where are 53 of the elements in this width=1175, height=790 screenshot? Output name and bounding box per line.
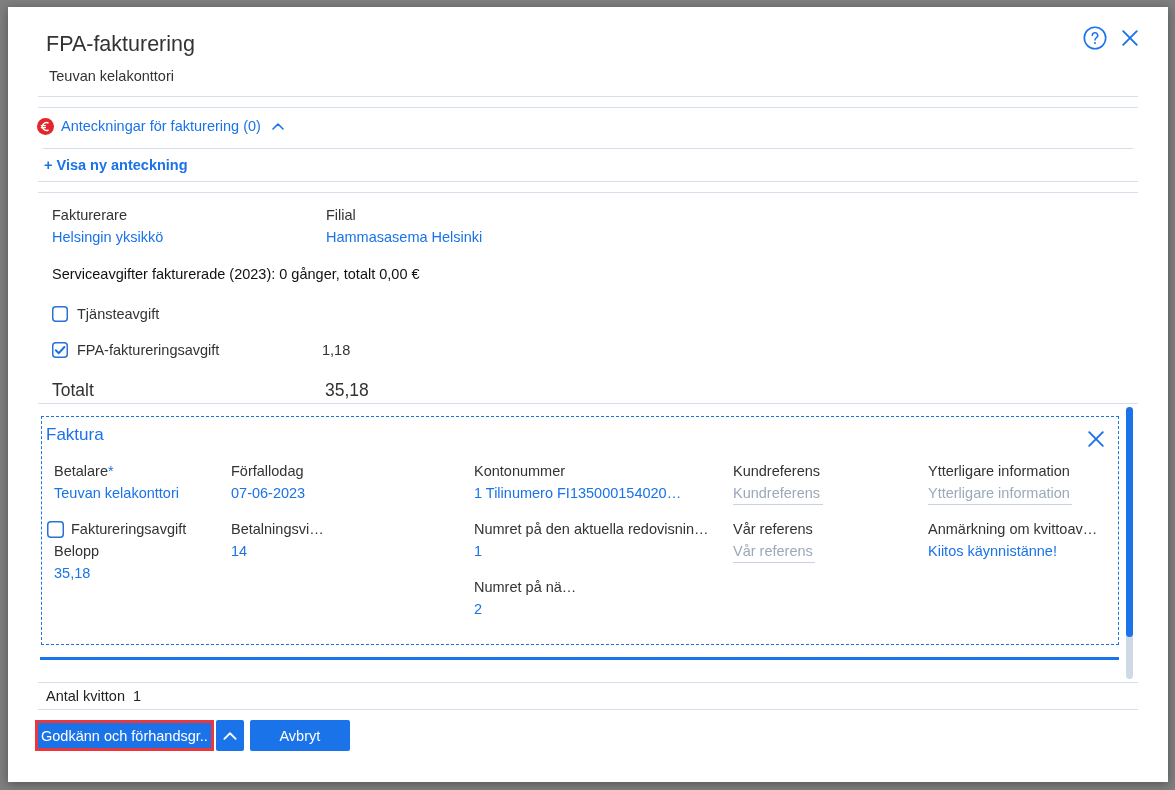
chevron-up-icon <box>222 731 237 740</box>
receipt-count-value: 1 <box>133 687 142 706</box>
field-label: Fakturerare <box>52 206 127 225</box>
field-label: Anmärkning om kvittoav… <box>928 520 1098 539</box>
checkbox[interactable] <box>52 306 68 322</box>
euro-icon <box>37 117 54 135</box>
fee-amount: 1,18 <box>322 341 351 360</box>
chevron-up-icon[interactable] <box>271 122 284 130</box>
notes-toggle-link[interactable]: Anteckningar för fakturering (0) <box>61 116 261 136</box>
dialog-title: FPA-fakturering <box>46 31 195 57</box>
field-label: Förfallodag <box>231 462 304 481</box>
field-label: Belopp <box>54 542 100 561</box>
field-value[interactable]: 2 <box>474 597 483 621</box>
service-fee-summary: Serviceavgifter fakturerade (2023): 0 gånger, totalt 0,00 € <box>52 265 420 284</box>
receipt-count-label: Antal kvitton <box>46 687 125 706</box>
fee-label: FPA-faktureringsavgift <box>77 341 220 360</box>
add-note-link[interactable]: + Visa ny anteckning <box>44 155 188 175</box>
field-label: Betalare* <box>54 462 114 481</box>
field-label: Betalningsvi… <box>231 520 324 539</box>
cancel-button[interactable]: Avbryt <box>249 720 350 751</box>
field-value[interactable]: 1 <box>474 539 483 563</box>
field-value[interactable]: Kiitos käynnistänne! <box>928 539 1057 563</box>
field-label: Vår referens <box>733 520 813 539</box>
field-label: Numret på den aktuella redovisnin… <box>474 520 709 539</box>
invoice-title: Faktura <box>46 424 104 446</box>
help-icon[interactable] <box>1083 26 1107 50</box>
input-field[interactable]: Ytterligare information <box>928 481 1072 505</box>
field-value[interactable]: Teuvan kelakonttori <box>54 481 179 505</box>
field-label: Kundreferens <box>733 462 821 481</box>
fee-label: Tjänsteavgift <box>77 305 160 324</box>
field-label: Numret på nä… <box>474 578 577 597</box>
field-value[interactable]: Hammasasema Helsinki <box>326 225 483 249</box>
field-value[interactable]: 35,18 <box>54 561 91 585</box>
field-label: Ytterligare information <box>928 462 1070 481</box>
field-label: Filial <box>326 206 356 225</box>
field-value[interactable]: 07-06-2023 <box>231 481 306 505</box>
checkbox[interactable] <box>52 342 68 358</box>
field-value[interactable]: Helsingin yksikkö <box>52 225 164 249</box>
field-value[interactable]: 1 Tilinumero FI135000154020… <box>474 481 682 505</box>
checkbox-label: Faktureringsavgift <box>71 520 187 539</box>
more-options-button[interactable] <box>215 720 244 751</box>
total-label: Totalt <box>52 379 94 402</box>
input-field[interactable]: Vår referens <box>733 539 815 563</box>
total-value: 35,18 <box>325 379 369 402</box>
close-icon[interactable] <box>1122 30 1138 46</box>
scrollbar[interactable] <box>1126 407 1133 679</box>
checkbox[interactable] <box>47 520 64 538</box>
dialog-subtitle: Teuvan kelakonttori <box>49 67 174 86</box>
input-field[interactable]: Kundreferens <box>733 481 823 505</box>
field-label: Kontonummer <box>474 462 566 481</box>
close-icon[interactable] <box>1088 431 1104 447</box>
field-value[interactable]: 14 <box>231 539 248 563</box>
approve-preview-button[interactable]: Godkänn och förhandsgr.. <box>35 720 214 751</box>
